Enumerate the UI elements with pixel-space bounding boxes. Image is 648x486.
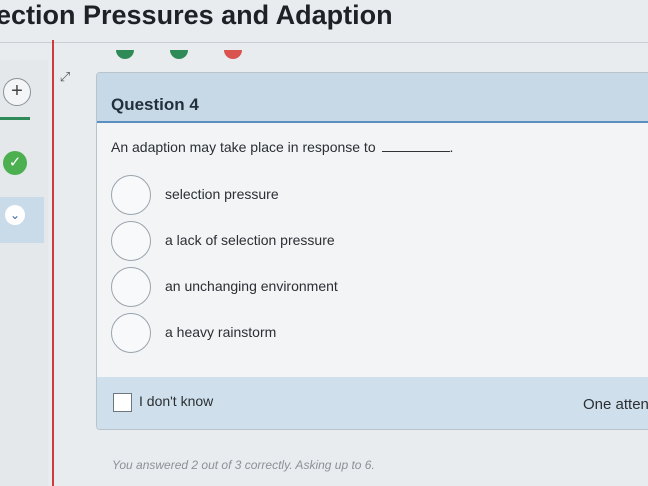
prompt-text: An adaption may take place in response t… <box>111 139 376 155</box>
checkmark-icon[interactable]: ✓ <box>3 151 27 175</box>
prompt-end: . <box>449 139 454 155</box>
plus-icon[interactable]: + <box>3 78 31 106</box>
answer-blank <box>381 141 450 152</box>
progress-dot-incorrect <box>224 50 242 59</box>
question-header: Question 4 <box>97 73 648 123</box>
question-title: Question 4 <box>111 95 199 114</box>
option-label: a lack of selection pressure <box>165 232 335 248</box>
attempt-indicator: One atten <box>583 396 648 413</box>
left-rail <box>0 60 48 486</box>
radio-button[interactable] <box>111 313 151 353</box>
status-message: You answered 2 out of 3 correctly. Askin… <box>112 458 375 472</box>
expand-icon[interactable]: ⤢ <box>56 68 74 86</box>
answer-option[interactable]: selection pressure <box>111 175 631 215</box>
margin-line <box>52 40 54 486</box>
dont-know-checkbox[interactable] <box>113 393 132 412</box>
answer-option[interactable]: a heavy rainstorm <box>111 313 631 353</box>
option-label: a heavy rainstorm <box>165 324 277 340</box>
answer-option[interactable]: an unchanging environment <box>111 267 631 307</box>
page-title: ection Pressures and Adaption <box>0 0 393 30</box>
dont-know-label[interactable]: I don't know <box>139 393 213 409</box>
question-prompt: An adaption may take place in response t… <box>111 139 453 155</box>
question-card: Question 4 An adaption may take place in… <box>96 72 648 430</box>
progress-dot-correct <box>170 50 188 59</box>
progress-indicator <box>0 117 30 120</box>
title-divider <box>0 42 648 43</box>
chevron-down-icon[interactable]: ⌄ <box>5 205 25 225</box>
progress-dot-correct <box>116 50 134 59</box>
radio-button[interactable] <box>111 175 151 215</box>
option-label: an unchanging environment <box>165 278 338 294</box>
radio-button[interactable] <box>111 267 151 307</box>
answer-option[interactable]: a lack of selection pressure <box>111 221 631 261</box>
radio-button[interactable] <box>111 221 151 261</box>
option-label: selection pressure <box>165 186 279 202</box>
